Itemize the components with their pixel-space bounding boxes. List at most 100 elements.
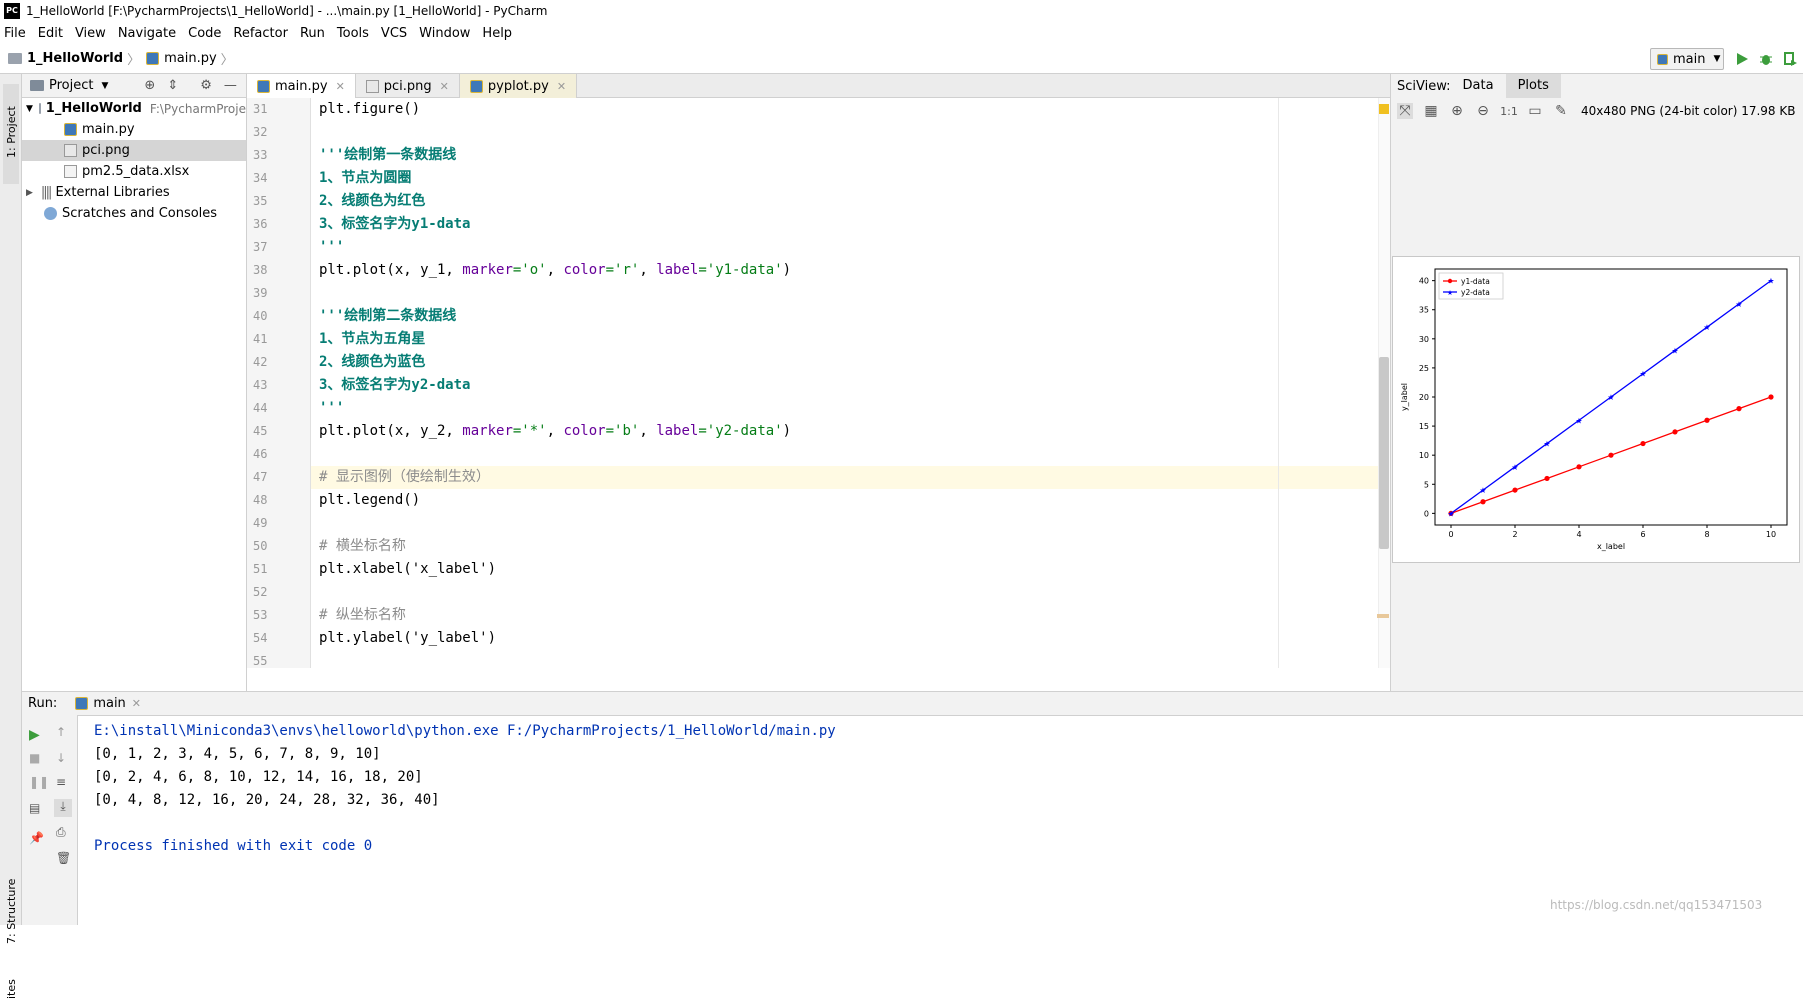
menu-run[interactable]: Run: [300, 26, 325, 41]
tab-label: pci.png: [383, 78, 432, 94]
arrow-up-icon[interactable]: ↑: [56, 725, 66, 739]
project-view-selector[interactable]: Project: [49, 78, 93, 93]
grid-icon[interactable]: ▦: [1423, 103, 1439, 119]
menu-tools[interactable]: Tools: [337, 26, 369, 41]
menu-code[interactable]: Code: [188, 26, 221, 41]
zoom-out-icon[interactable]: ⊖: [1475, 103, 1491, 119]
console-output-line: [0, 1, 2, 3, 4, 5, 6, 7, 8, 9, 10]: [94, 746, 381, 762]
docstring-text: 2、线颜色为红色: [319, 193, 426, 209]
pause-icon[interactable]: ❚❚: [29, 775, 49, 789]
sciview-tab-data[interactable]: Data: [1451, 74, 1506, 98]
gear-icon[interactable]: ⚙: [200, 78, 212, 93]
data-point: [1640, 440, 1646, 447]
folder-icon: [8, 53, 22, 64]
chevron-down-icon[interactable]: ▼: [101, 81, 108, 91]
console-output[interactable]: E:\install\Miniconda3\envs\helloworld\py…: [94, 720, 836, 858]
menu-window[interactable]: Window: [419, 26, 470, 41]
data-point: [1736, 406, 1742, 412]
docstring-text: 3、标签名字为y2-data: [319, 377, 471, 393]
image-file-icon: [64, 144, 77, 157]
rerun-icon[interactable]: ▶: [29, 727, 40, 743]
navigation-bar: 1_HelloWorld 〉 main.py 〉: [0, 44, 1803, 74]
actual-size-button[interactable]: 1:1: [1500, 103, 1518, 119]
favorites-tool-tab[interactable]: ites: [5, 979, 18, 999]
soft-wrap-icon[interactable]: ≡: [56, 775, 66, 789]
chevron-down-icon[interactable]: ▼: [26, 104, 33, 114]
code-line: 2、线颜色为红色: [311, 190, 1378, 213]
image-info-label: 40x480 PNG (24-bit color) 17.98 KB: [1581, 104, 1796, 118]
layout-icon[interactable]: ▤: [29, 801, 40, 815]
menu-refactor[interactable]: Refactor: [233, 26, 288, 41]
menu-vcs[interactable]: VCS: [381, 26, 407, 41]
print-icon[interactable]: ⎙: [56, 825, 66, 840]
arrow-down-icon[interactable]: ↓: [56, 751, 66, 765]
sciview-tab-plots[interactable]: Plots: [1505, 74, 1561, 98]
debug-button[interactable]: [1756, 49, 1776, 69]
tab-pci-png[interactable]: pci.png ✕: [356, 74, 460, 98]
scroll-to-end-icon[interactable]: ⤓: [54, 799, 72, 817]
run-configuration-selector[interactable]: main ▼: [1650, 48, 1724, 70]
warning-marker-icon[interactable]: [1379, 104, 1389, 114]
close-icon[interactable]: ✕: [336, 80, 345, 93]
fit-to-window-icon[interactable]: ▭: [1527, 103, 1543, 119]
collapse-all-icon[interactable]: ⇕: [167, 78, 178, 93]
line-number: 41: [253, 332, 268, 346]
tree-item-external-libraries[interactable]: ▶ |||| External Libraries: [22, 182, 246, 203]
fit-zoom-icon[interactable]: ⤧: [1397, 103, 1413, 119]
menu-navigate[interactable]: Navigate: [118, 26, 176, 41]
hide-panel-icon[interactable]: —: [224, 78, 237, 93]
docstring-text: '''绘制第一条数据线: [319, 147, 457, 163]
project-tool-tab[interactable]: 1: Project: [3, 84, 19, 184]
tree-item-scratches[interactable]: Scratches and Consoles: [22, 203, 246, 224]
tree-item-xlsx[interactable]: pm2.5_data.xlsx: [22, 161, 246, 182]
tree-item-root[interactable]: ▼ 1_HelloWorld F:\PycharmProje: [22, 98, 246, 119]
string-literal: ='o': [512, 262, 547, 278]
trash-icon[interactable]: 🗑: [56, 851, 71, 865]
tab-main-py[interactable]: main.py ✕: [247, 74, 356, 98]
x-tick-label: 8: [1704, 530, 1709, 539]
editor-scroll-thumb[interactable]: [1379, 357, 1389, 549]
editor-tab-bar: main.py ✕ pci.png ✕ pyplot.py ✕: [247, 74, 1390, 98]
tree-item-main-py[interactable]: main.py: [22, 119, 246, 140]
menu-file[interactable]: File: [4, 26, 26, 41]
tab-pyplot-py[interactable]: pyplot.py ✕: [459, 74, 578, 98]
code-line: # 横坐标名称: [311, 535, 1378, 558]
watermark: https://blog.csdn.net/qq153471503: [1550, 898, 1763, 912]
pin-icon[interactable]: 📌: [29, 831, 44, 845]
legend-marker: ★: [1447, 289, 1453, 297]
project-panel-header: Project ▼ ⊕ ⇕ ⚙ —: [22, 74, 246, 98]
code-editor[interactable]: plt.figure() '''绘制第一条数据线 1、节点为圆圈 2、线颜色为红色 3、…: [311, 98, 1378, 668]
data-point: [1512, 487, 1518, 493]
chevron-right-icon[interactable]: ▶: [26, 188, 33, 198]
close-icon[interactable]: ✕: [132, 697, 141, 710]
menu-view[interactable]: View: [75, 26, 106, 41]
close-icon[interactable]: ✕: [440, 80, 449, 93]
stop-icon[interactable]: ■: [29, 751, 40, 765]
x-axis-label: x_label: [1597, 542, 1625, 551]
y-tick-label: 20: [1419, 393, 1429, 402]
menu-help[interactable]: Help: [482, 26, 512, 41]
tab-label: main.py: [275, 78, 328, 94]
run-tab-main[interactable]: main ✕: [75, 696, 141, 711]
zoom-in-icon[interactable]: ⊕: [1449, 103, 1465, 119]
left-tool-strip: 1: Project 7: Structure ites: [0, 74, 22, 999]
code-line: 1、节点为五角星: [311, 328, 1378, 351]
line-number: 47: [253, 470, 268, 484]
run-button[interactable]: [1732, 49, 1752, 69]
text-file-icon: [64, 165, 77, 178]
structure-tool-tab[interactable]: 7: Structure: [5, 879, 18, 944]
breadcrumb-project[interactable]: 1_HelloWorld 〉: [8, 49, 140, 68]
run-toolbar: ▶ ↑ ■ ↓ ❚❚ ≡ ▤ ⤓ 📌 ⎙ 🗑: [22, 715, 78, 925]
coverage-button[interactable]: [1780, 49, 1800, 69]
string-literal: ='r': [605, 262, 640, 278]
close-icon[interactable]: ✕: [557, 80, 566, 93]
highlight-marker[interactable]: [1377, 614, 1389, 618]
locate-icon[interactable]: ⊕: [144, 78, 155, 93]
color-picker-icon[interactable]: ✎: [1553, 103, 1569, 119]
chevron-down-icon: ▼: [1713, 54, 1721, 64]
breadcrumb-file[interactable]: main.py 〉: [146, 49, 234, 68]
tree-item-pci-png[interactable]: pci.png: [22, 140, 246, 161]
menu-edit[interactable]: Edit: [38, 26, 63, 41]
